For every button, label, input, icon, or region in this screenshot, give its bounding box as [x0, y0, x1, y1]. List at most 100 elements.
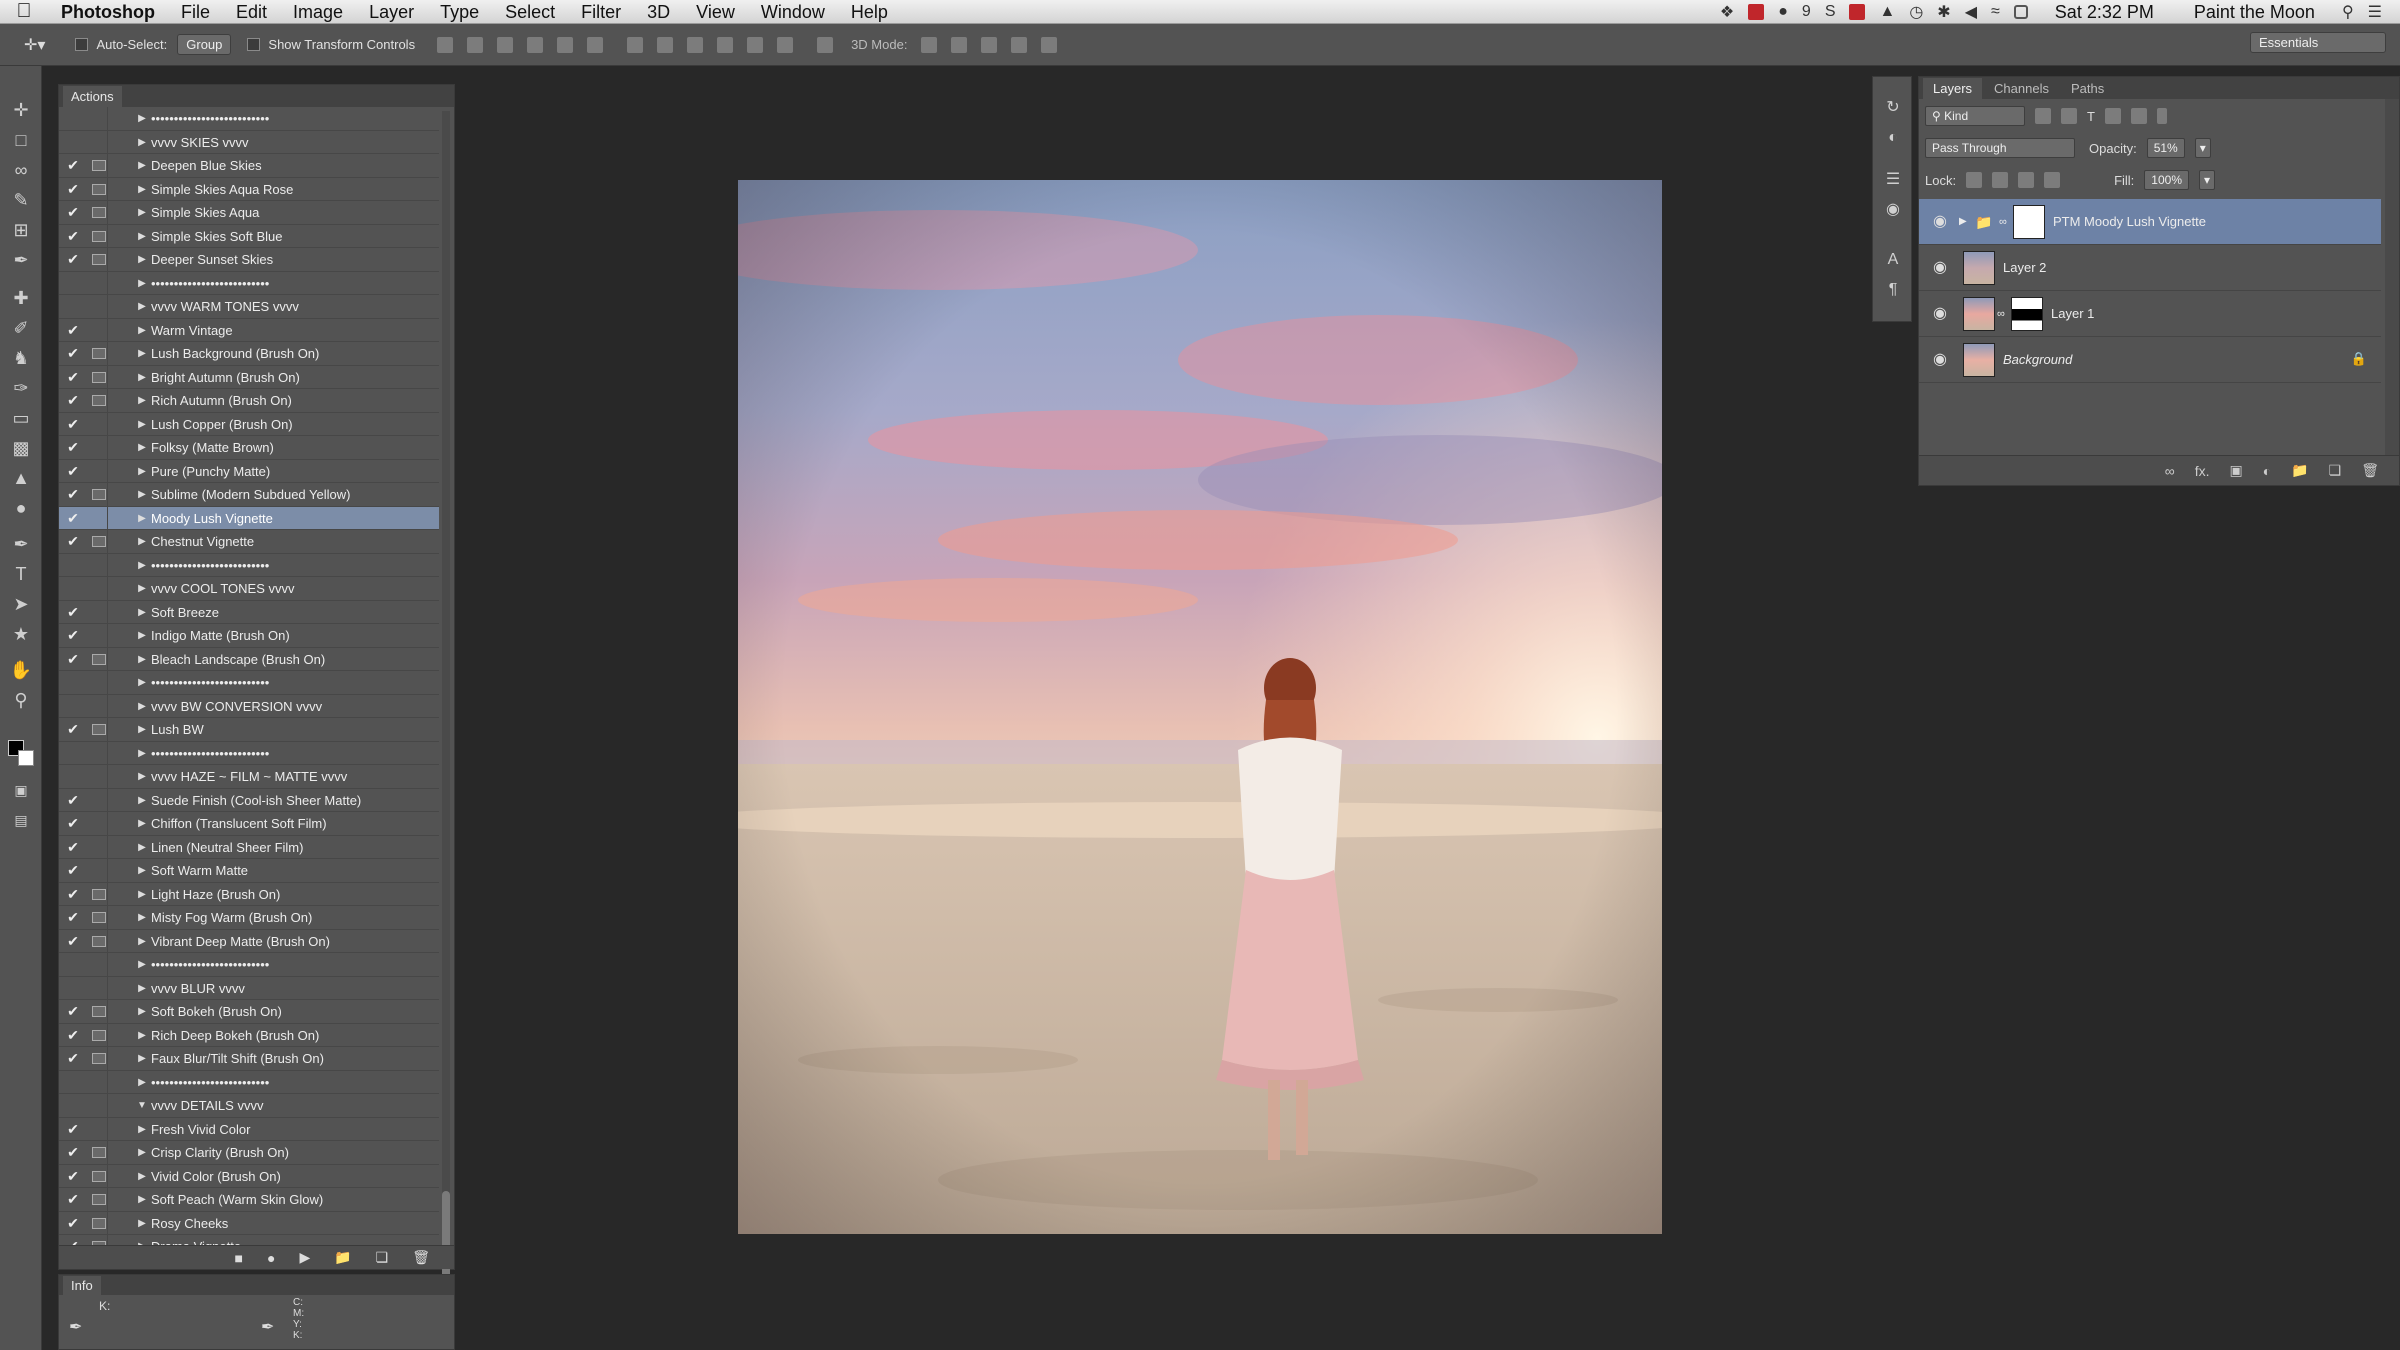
- disclosure-collapsed-icon[interactable]: ▶: [135, 930, 149, 953]
- dialog-toggle-icon[interactable]: [90, 647, 108, 671]
- disclosure-collapsed-icon[interactable]: ▶: [135, 577, 149, 600]
- dialog-toggle-icon[interactable]: [90, 577, 108, 600]
- action-toggle-checkmark[interactable]: [63, 953, 83, 976]
- type-tool-icon[interactable]: T: [8, 562, 34, 586]
- disclosure-collapsed-icon[interactable]: ▶: [135, 742, 149, 765]
- action-row[interactable]: ✔ ▶ Fresh Vivid Color: [59, 1117, 439, 1141]
- canvas-area[interactable]: [456, 66, 1880, 1350]
- disclosure-collapsed-icon[interactable]: ▶: [135, 624, 149, 647]
- action-toggle-checkmark[interactable]: [63, 577, 83, 600]
- disclosure-collapsed-icon[interactable]: ▶: [135, 460, 149, 483]
- action-toggle-checkmark[interactable]: ✔: [63, 389, 83, 412]
- action-toggle-checkmark[interactable]: ✔: [63, 436, 83, 459]
- eraser-tool-icon[interactable]: ▭: [8, 406, 34, 430]
- dialog-toggle-icon[interactable]: [90, 553, 108, 577]
- quick-mask-icon[interactable]: ▣: [8, 778, 34, 802]
- action-row[interactable]: ✔ ▶ Sublime (Modern Subdued Yellow): [59, 483, 439, 507]
- disclosure-collapsed-icon[interactable]: ▶: [135, 812, 149, 835]
- disclosure-collapsed-icon[interactable]: ▶: [135, 342, 149, 365]
- action-toggle-checkmark[interactable]: ✔: [63, 859, 83, 882]
- background-color-swatch[interactable]: [18, 750, 34, 766]
- gradient-tool-icon[interactable]: ▩: [8, 436, 34, 460]
- visibility-eye-icon[interactable]: ◉: [1929, 305, 1951, 323]
- user-name[interactable]: Paint the Moon: [2181, 0, 2328, 24]
- dialog-toggle-icon[interactable]: [90, 671, 108, 694]
- workspace-dropdown[interactable]: Essentials: [2250, 32, 2386, 53]
- dialog-toggle-icon[interactable]: [90, 906, 108, 929]
- action-row[interactable]: ✔ ▶ Rich Deep Bokeh (Brush On): [59, 1023, 439, 1047]
- menu-file[interactable]: File: [168, 0, 223, 24]
- dialog-toggle-icon[interactable]: [90, 295, 108, 318]
- action-row[interactable]: ✔ ▶ Rosy Cheeks: [59, 1211, 439, 1235]
- action-row[interactable]: ✔ ▶ Warm Vintage: [59, 318, 439, 342]
- disclosure-collapsed-icon[interactable]: ▶: [135, 178, 149, 201]
- disclosure-collapsed-icon[interactable]: ▶: [135, 1165, 149, 1188]
- action-toggle-checkmark[interactable]: ✔: [63, 812, 83, 835]
- action-toggle-checkmark[interactable]: ✔: [63, 366, 83, 389]
- play-selection-icon[interactable]: ▶: [299, 1249, 310, 1266]
- action-toggle-checkmark[interactable]: [63, 977, 83, 1000]
- dialog-toggle-icon[interactable]: [90, 929, 108, 953]
- disclosure-collapsed-icon[interactable]: ▶: [135, 836, 149, 859]
- skype-icon[interactable]: S: [1825, 3, 1836, 21]
- action-row[interactable]: ✔ ▶ Soft Bokeh (Brush On): [59, 1000, 439, 1024]
- action-toggle-checkmark[interactable]: [63, 1094, 83, 1117]
- disclosure-collapsed-icon[interactable]: ▶: [135, 671, 149, 694]
- disclosure-collapsed-icon[interactable]: ▶: [135, 436, 149, 459]
- action-row[interactable]: ✔ ▶ Indigo Matte (Brush On): [59, 624, 439, 648]
- action-row[interactable]: ▶ vvvv COOL TONES vvvv: [59, 577, 439, 601]
- action-toggle-checkmark[interactable]: ✔: [63, 1212, 83, 1235]
- history-panel-icon[interactable]: ↻: [1882, 97, 1904, 119]
- auto-select-checkbox[interactable]: [75, 38, 89, 51]
- distribute-bottom-icon[interactable]: [687, 36, 704, 53]
- action-toggle-checkmark[interactable]: ✔: [63, 413, 83, 436]
- action-row[interactable]: ✔ ▶ Soft Peach (Warm Skin Glow): [59, 1188, 439, 1212]
- action-row[interactable]: ✔ ▶ Deeper Sunset Skies: [59, 248, 439, 272]
- spotlight-search-icon[interactable]: ⚲: [2342, 2, 2354, 22]
- disclosure-collapsed-icon[interactable]: ▶: [135, 319, 149, 342]
- new-layer-icon[interactable]: ❏: [2329, 462, 2342, 479]
- lock-image-icon[interactable]: [1992, 172, 2009, 188]
- dialog-toggle-icon[interactable]: [90, 1211, 108, 1235]
- align-right-icon[interactable]: [587, 36, 604, 53]
- action-row[interactable]: ✔ ▶ Folksy (Matte Brown): [59, 436, 439, 460]
- delete-layer-icon[interactable]: 🗑: [2361, 462, 2379, 479]
- disclosure-collapsed-icon[interactable]: ▶: [135, 883, 149, 906]
- dialog-toggle-icon[interactable]: [90, 224, 108, 248]
- disclosure-collapsed-icon[interactable]: ▶: [135, 530, 149, 553]
- opacity-slider-toggle[interactable]: ▾: [2194, 138, 2211, 158]
- move-tool-preset-icon[interactable]: ✛▾: [24, 35, 45, 55]
- action-toggle-checkmark[interactable]: ✔: [63, 789, 83, 812]
- dialog-toggle-icon[interactable]: [90, 694, 108, 718]
- screen-mode-icon[interactable]: ▤: [8, 808, 34, 832]
- dialog-toggle-icon[interactable]: [90, 859, 108, 882]
- dialog-toggle-icon[interactable]: [90, 154, 108, 177]
- lock-transparent-icon[interactable]: [1966, 172, 1983, 188]
- menu-window[interactable]: Window: [748, 0, 838, 24]
- dialog-toggle-icon[interactable]: [90, 788, 108, 812]
- action-row[interactable]: ✔ ▶ Vibrant Deep Matte (Brush On): [59, 929, 439, 953]
- action-toggle-checkmark[interactable]: ✔: [63, 883, 83, 906]
- action-row[interactable]: ✔ ▶ Linen (Neutral Sheer Film): [59, 835, 439, 859]
- disclosure-collapsed-icon[interactable]: ▶: [135, 1118, 149, 1141]
- dialog-toggle-icon[interactable]: [90, 1188, 108, 1211]
- disclosure-collapsed-icon[interactable]: ▶: [135, 695, 149, 718]
- dialog-toggle-icon[interactable]: [90, 600, 108, 624]
- action-toggle-checkmark[interactable]: ✔: [63, 1188, 83, 1211]
- hand-tool-icon[interactable]: ✋: [8, 658, 34, 682]
- action-row[interactable]: ▶ vvvv BW CONVERSION vvvv: [59, 694, 439, 718]
- action-toggle-checkmark[interactable]: ✔: [63, 906, 83, 929]
- action-toggle-checkmark[interactable]: ✔: [63, 836, 83, 859]
- dialog-toggle-icon[interactable]: [90, 1094, 108, 1117]
- bluetooth-icon[interactable]: ✱: [1937, 2, 1950, 22]
- actions-scrollbar[interactable]: [442, 111, 450, 1311]
- add-mask-icon[interactable]: ▣: [2230, 462, 2243, 479]
- new-set-folder-icon[interactable]: 📁: [334, 1249, 351, 1266]
- layer-mask-thumbnail[interactable]: [2011, 297, 2043, 331]
- disclosure-collapsed-icon[interactable]: ▶: [135, 1024, 149, 1047]
- action-row[interactable]: ▶ ••••••••••••••••••••••••••: [59, 553, 439, 577]
- 3d-roll-icon[interactable]: [951, 36, 968, 53]
- move-tool-icon[interactable]: ✛: [8, 98, 34, 122]
- dialog-toggle-icon[interactable]: [90, 271, 108, 295]
- lasso-tool-icon[interactable]: ∞: [8, 158, 34, 182]
